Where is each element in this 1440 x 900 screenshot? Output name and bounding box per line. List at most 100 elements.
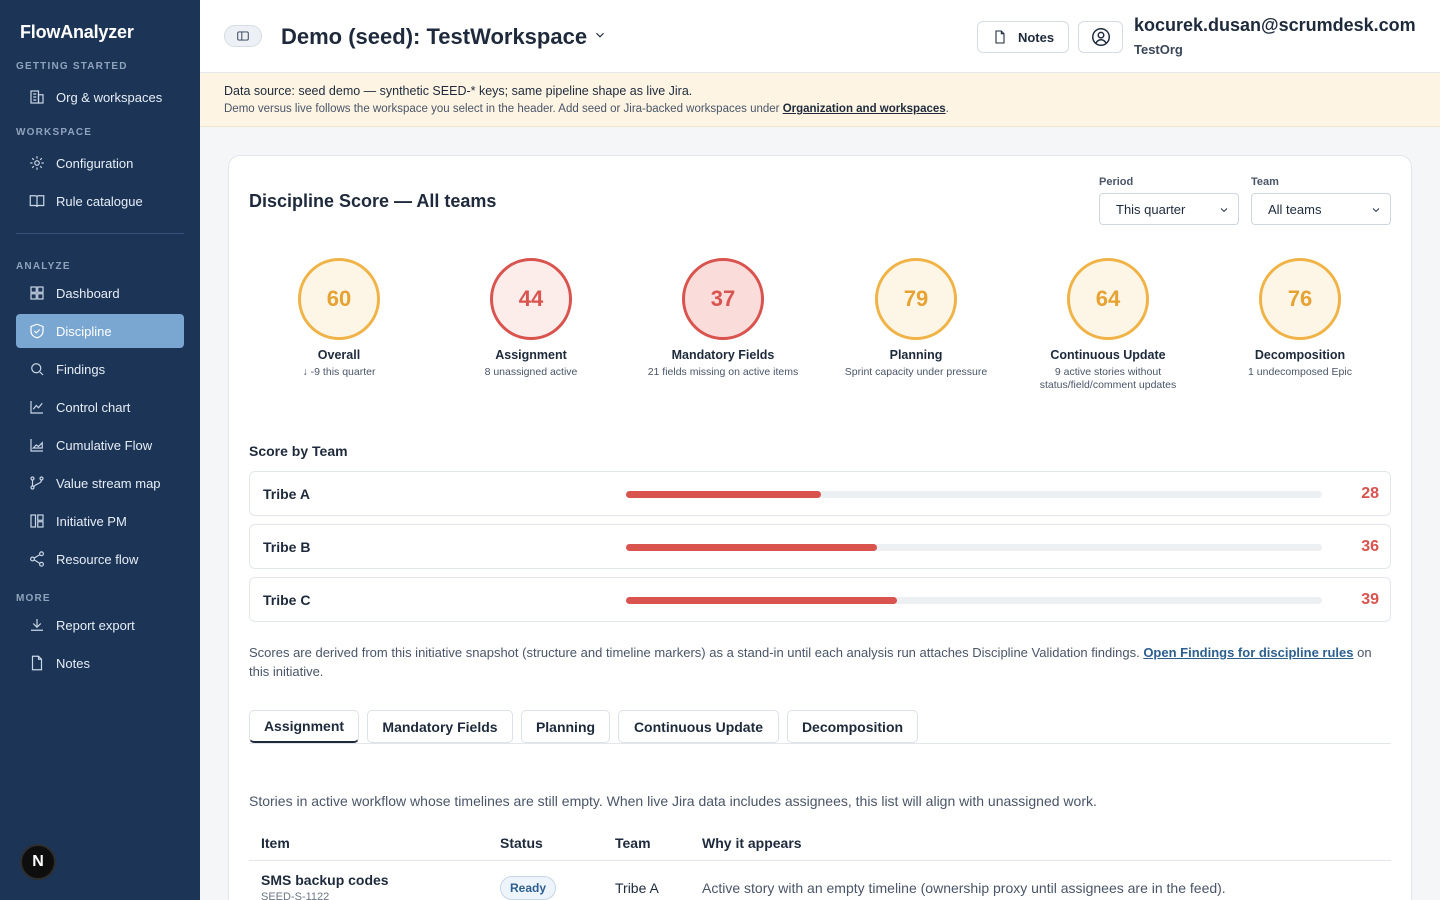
share-icon bbox=[28, 550, 46, 568]
banner-line-1: Data source: seed demo — synthetic SEED-… bbox=[224, 84, 693, 98]
team-row[interactable]: Tribe B 36 bbox=[249, 524, 1391, 569]
dashboard-icon bbox=[28, 284, 46, 302]
search-icon bbox=[28, 360, 46, 378]
header: Demo (seed): TestWorkspace Notes kocurek… bbox=[200, 0, 1440, 73]
banner-line-2: Demo versus live follows the workspace y… bbox=[224, 103, 1440, 115]
sidebar-item-findings[interactable]: Findings bbox=[16, 352, 184, 386]
row-team: Tribe A bbox=[615, 880, 659, 896]
team-label: Team bbox=[1251, 176, 1279, 188]
score-subtitle: 1 undecomposed Epic bbox=[1248, 366, 1352, 378]
layout-icon bbox=[28, 512, 46, 530]
score-subtitle: ↓ -9 this quarter bbox=[302, 366, 376, 378]
team-score: 28 bbox=[1361, 485, 1379, 502]
org-workspaces-link[interactable]: Organization and workspaces bbox=[783, 103, 946, 115]
sidebar-item-label: Value stream map bbox=[56, 475, 161, 491]
score-subtitle: 8 unassigned active bbox=[484, 366, 578, 378]
user-org: TestOrg bbox=[1134, 42, 1183, 57]
sidebar-item-rule-catalogue[interactable]: Rule catalogue bbox=[16, 184, 184, 218]
score-ring: 79 bbox=[875, 258, 957, 340]
score-by-team-title: Score by Team bbox=[249, 443, 348, 459]
area-chart-icon bbox=[28, 436, 46, 454]
sidebar-item-initiative-pm[interactable]: Initiative PM bbox=[16, 504, 184, 538]
sidebar-item-label: Configuration bbox=[56, 155, 134, 171]
score-bar-fill bbox=[626, 597, 898, 604]
sidebar-item-value-stream-map[interactable]: Value stream map bbox=[16, 466, 184, 500]
score-ring: 44 bbox=[490, 258, 572, 340]
chevron-down-icon bbox=[1372, 208, 1380, 213]
chevron-down-icon[interactable] bbox=[593, 28, 607, 47]
score-bar-fill bbox=[626, 491, 821, 498]
sidebar-item-label: Dashboard bbox=[56, 285, 120, 301]
sidebar-item-notes[interactable]: Notes bbox=[16, 646, 184, 680]
sidebar-item-label: Rule catalogue bbox=[56, 193, 143, 209]
notes-button-label: Notes bbox=[1017, 29, 1055, 45]
user-menu-button[interactable] bbox=[1078, 21, 1123, 53]
score-bar-track bbox=[626, 544, 1322, 551]
score-assignment: 44 Assignment 8 unassigned active bbox=[441, 258, 621, 379]
score-name: Decomposition bbox=[1254, 348, 1346, 362]
row-item-key: SEED-S-1122 bbox=[261, 891, 330, 900]
section-label-more: MORE bbox=[16, 593, 51, 604]
chevron-down-icon bbox=[1220, 208, 1228, 213]
team-score: 36 bbox=[1361, 538, 1379, 555]
score-subtitle: Sprint capacity under pressure bbox=[844, 366, 988, 378]
git-branch-icon bbox=[28, 474, 46, 492]
period-label: Period bbox=[1099, 176, 1134, 188]
score-name: Assignment bbox=[495, 348, 567, 362]
team-name: Tribe A bbox=[263, 486, 310, 502]
sidebar-item-label: Notes bbox=[56, 655, 90, 671]
team-select-value: All teams bbox=[1268, 201, 1322, 217]
sidebar-item-dashboard[interactable]: Dashboard bbox=[16, 276, 184, 310]
tab-assignment[interactable]: Assignment bbox=[249, 710, 359, 743]
sidebar-item-org-workspaces[interactable]: Org & workspaces bbox=[16, 80, 184, 114]
row-item-title[interactable]: SMS backup codes bbox=[261, 872, 389, 888]
building-icon bbox=[28, 88, 46, 106]
tab-description: Stories in active workflow whose timelin… bbox=[249, 793, 1097, 809]
sidebar-divider bbox=[16, 233, 184, 234]
sidebar-item-configuration[interactable]: Configuration bbox=[16, 146, 184, 180]
sidebar-item-cumulative-flow[interactable]: Cumulative Flow bbox=[16, 428, 184, 462]
score-subtitle: 9 active stories without status/field/co… bbox=[1039, 366, 1177, 391]
tab-planning[interactable]: Planning bbox=[521, 710, 610, 743]
banner-line-2-end: . bbox=[945, 103, 949, 115]
score-decomposition: 76 Decomposition 1 undecomposed Epic bbox=[1210, 258, 1390, 379]
sidebar-item-label: Org & workspaces bbox=[56, 89, 163, 105]
sidebar-toggle-icon bbox=[237, 31, 249, 41]
score-name: Overall bbox=[317, 348, 361, 362]
sidebar-item-label: Findings bbox=[56, 361, 106, 377]
team-select[interactable]: All teams bbox=[1251, 193, 1391, 225]
file-icon bbox=[995, 30, 1005, 44]
score-bar-fill bbox=[626, 544, 877, 551]
workspace-title[interactable]: Demo (seed): TestWorkspace bbox=[281, 24, 587, 50]
score-mandatory-fields: 37 Mandatory Fields 21 fields missing on… bbox=[633, 258, 813, 379]
sidebar-item-resource-flow[interactable]: Resource flow bbox=[16, 542, 184, 576]
team-row[interactable]: Tribe C 39 bbox=[249, 577, 1391, 622]
sidebar-item-discipline[interactable]: Discipline bbox=[16, 314, 184, 348]
sidebar-item-control-chart[interactable]: Control chart bbox=[16, 390, 184, 424]
sidebar-item-report-export[interactable]: Report export bbox=[16, 608, 184, 642]
period-select-value: This quarter bbox=[1116, 201, 1186, 217]
open-findings-link[interactable]: Open Findings for discipline rules bbox=[1143, 645, 1353, 660]
tab-continuous-update[interactable]: Continuous Update bbox=[618, 710, 779, 743]
section-label-analyze: ANALYZE bbox=[16, 261, 71, 272]
score-ring: 37 bbox=[682, 258, 764, 340]
sidebar-item-label: Discipline bbox=[56, 323, 112, 339]
score-subtitle: 21 fields missing on active items bbox=[647, 366, 799, 378]
tab-mandatory-fields[interactable]: Mandatory Fields bbox=[367, 710, 513, 743]
team-name: Tribe C bbox=[263, 592, 311, 608]
tab-decomposition[interactable]: Decomposition bbox=[787, 710, 918, 743]
column-header-team: Team bbox=[615, 835, 651, 851]
notes-button[interactable]: Notes bbox=[977, 21, 1069, 53]
score-planning: 79 Planning Sprint capacity under pressu… bbox=[826, 258, 1006, 379]
download-icon bbox=[28, 616, 46, 634]
page-title: Discipline Score — All teams bbox=[249, 191, 497, 211]
score-overall: 60 Overall ↓ -9 this quarter bbox=[249, 258, 429, 379]
file-icon bbox=[28, 654, 46, 672]
score-bar-track bbox=[626, 491, 1322, 498]
dev-badge[interactable]: N bbox=[20, 844, 56, 880]
sidebar-toggle-button[interactable] bbox=[224, 25, 262, 47]
sidebar: FlowAnalyzer GETTING STARTED Org & works… bbox=[0, 0, 200, 900]
column-header-why: Why it appears bbox=[702, 835, 802, 851]
team-row[interactable]: Tribe A 28 bbox=[249, 471, 1391, 516]
period-select[interactable]: This quarter bbox=[1099, 193, 1239, 225]
